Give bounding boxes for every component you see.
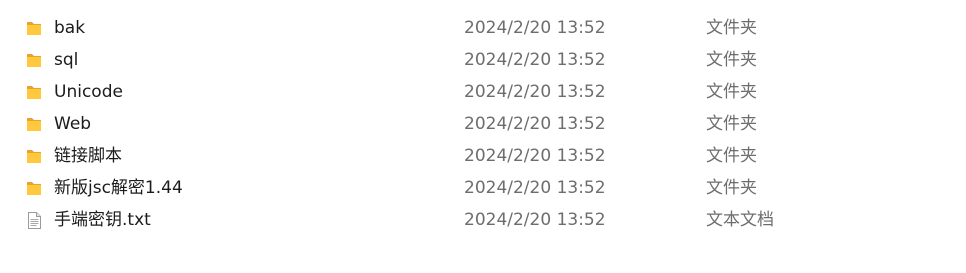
file-list: bak 2024/2/20 13:52 文件夹 sql 2024/2/20 13… xyxy=(0,0,966,273)
file-type: 文件夹 xyxy=(706,82,757,102)
folder-icon xyxy=(26,51,42,69)
file-name: Web xyxy=(54,114,92,134)
file-row[interactable]: Unicode 2024/2/20 13:52 文件夹 xyxy=(0,76,966,108)
file-modified-date: 2024/2/20 13:52 xyxy=(464,50,606,70)
file-type: 文件夹 xyxy=(706,18,757,38)
file-name: Unicode xyxy=(54,82,123,102)
file-type: 文件夹 xyxy=(706,146,757,166)
folder-icon xyxy=(26,147,42,165)
file-row[interactable]: bak 2024/2/20 13:52 文件夹 xyxy=(0,12,966,44)
file-type: 文件夹 xyxy=(706,114,757,134)
file-row[interactable]: 链接脚本 2024/2/20 13:52 文件夹 xyxy=(0,140,966,172)
file-row[interactable]: sql 2024/2/20 13:52 文件夹 xyxy=(0,44,966,76)
folder-icon xyxy=(26,19,42,37)
file-modified-date: 2024/2/20 13:52 xyxy=(464,210,606,230)
file-row[interactable]: Web 2024/2/20 13:52 文件夹 xyxy=(0,108,966,140)
text-file-icon xyxy=(26,211,42,229)
file-type: 文本文档 xyxy=(706,210,774,230)
file-modified-date: 2024/2/20 13:52 xyxy=(464,82,606,102)
folder-icon xyxy=(26,83,42,101)
file-type: 文件夹 xyxy=(706,178,757,198)
folder-icon xyxy=(26,179,42,197)
file-name: bak xyxy=(54,18,86,38)
file-name: 新版jsc解密1.44 xyxy=(54,178,183,198)
file-type: 文件夹 xyxy=(706,50,757,70)
file-modified-date: 2024/2/20 13:52 xyxy=(464,18,606,38)
folder-icon xyxy=(26,115,42,133)
file-name: sql xyxy=(54,50,79,70)
file-row[interactable]: 手端密钥.txt 2024/2/20 13:52 文本文档 xyxy=(0,204,966,236)
file-modified-date: 2024/2/20 13:52 xyxy=(464,178,606,198)
file-modified-date: 2024/2/20 13:52 xyxy=(464,114,606,134)
file-modified-date: 2024/2/20 13:52 xyxy=(464,146,606,166)
file-name: 链接脚本 xyxy=(54,146,122,166)
file-row[interactable]: 新版jsc解密1.44 2024/2/20 13:52 文件夹 xyxy=(0,172,966,204)
file-name: 手端密钥.txt xyxy=(54,210,151,230)
